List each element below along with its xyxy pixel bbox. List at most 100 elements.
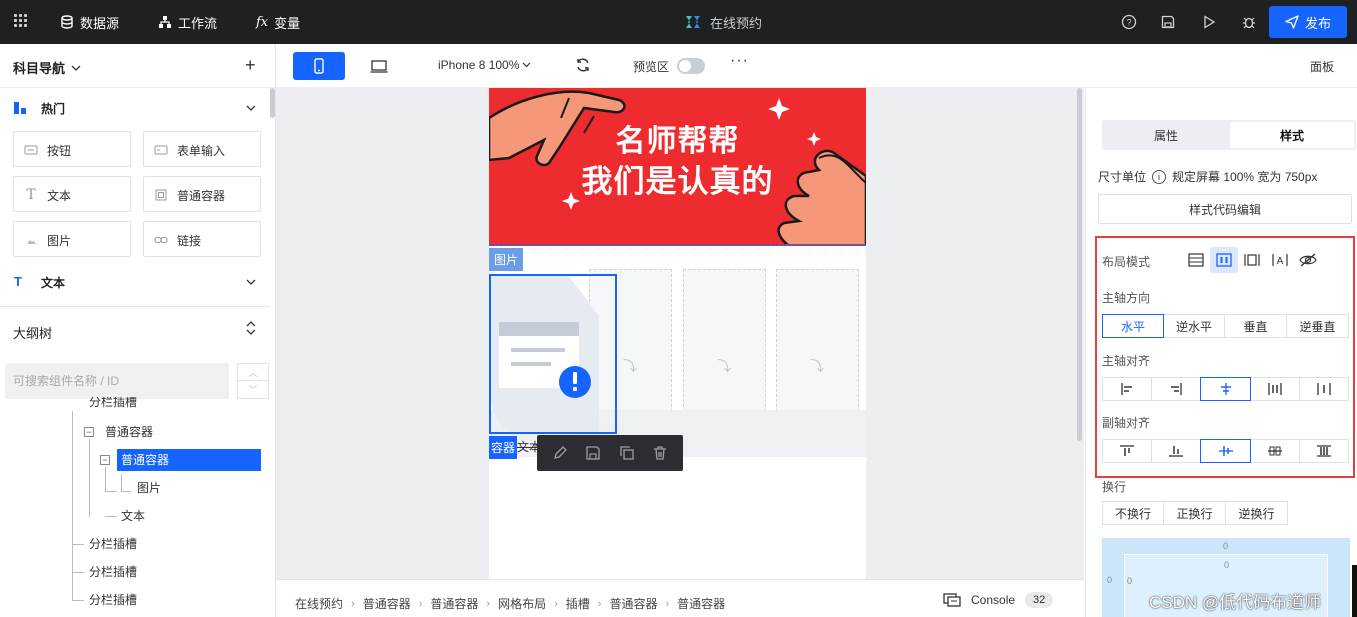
panel-button[interactable]: 面板 (1310, 58, 1334, 75)
justify-center-icon[interactable] (1200, 377, 1251, 401)
delete-icon[interactable] (652, 445, 668, 461)
save-icon[interactable] (585, 445, 601, 461)
more-icon[interactable]: ··· (730, 52, 749, 70)
tree-node-partial[interactable]: 分栏插槽 (89, 397, 137, 411)
direction-reverse-horizontal-button[interactable]: 逆水平 (1163, 314, 1225, 338)
tab-style[interactable]: 样式 (1230, 122, 1354, 148)
image-component-tag[interactable]: 图片 (489, 248, 524, 271)
component-button[interactable]: 按钮 (13, 131, 131, 167)
margin-left-value[interactable]: 0 (1107, 575, 1112, 585)
console-toggle[interactable]: Console 32 (943, 592, 1054, 608)
component-form-input-label: 表单输入 (177, 144, 226, 158)
justify-space-around-icon[interactable] (1299, 377, 1349, 401)
drop-icon: ⤵ (623, 358, 637, 374)
canvas-scrollbar[interactable] (1077, 88, 1082, 441)
category-nav-dropdown[interactable]: 科目导航 (13, 58, 81, 77)
text-icon: T (26, 187, 36, 203)
justify-end-icon[interactable] (1151, 377, 1201, 401)
style-code-edit-button[interactable]: 样式代码编辑 (1098, 194, 1352, 224)
outline-stepper[interactable]: ︿ ﹀ (237, 363, 269, 399)
align-stretch-icon[interactable] (1299, 439, 1349, 463)
app-title: 在线预约 (684, 0, 762, 44)
tree-line (105, 467, 106, 491)
breadcrumb-item[interactable]: 网格布局 (498, 595, 546, 612)
tree-node-image[interactable]: 图片 (137, 477, 161, 499)
section-text[interactable]: T 文本 (0, 262, 270, 302)
chevron-up-icon[interactable]: ︿ (238, 364, 268, 381)
copy-icon[interactable] (619, 445, 635, 461)
section-hot[interactable]: 热门 (0, 88, 270, 128)
wrap-label: 换行 (1102, 480, 1127, 494)
breadcrumb-item[interactable]: 普通容器 (363, 595, 411, 612)
breadcrumb-item[interactable]: 在线预约 (295, 595, 343, 612)
component-container[interactable]: 普通容器 (143, 176, 261, 212)
container-component-tag[interactable]: 容器 (489, 436, 518, 459)
tree-node-container-1[interactable]: 普通容器 (105, 421, 153, 443)
direction-reverse-vertical-button[interactable]: 逆垂直 (1286, 314, 1349, 338)
play-icon[interactable] (1200, 13, 1218, 31)
direction-horizontal-button[interactable]: 水平 (1102, 314, 1164, 338)
tree-node-text[interactable]: 文本 (121, 505, 145, 527)
component-form-input[interactable]: 表单输入 (143, 131, 261, 167)
align-baseline-icon[interactable] (1250, 439, 1300, 463)
wrap-button[interactable]: 正换行 (1163, 501, 1226, 525)
breadcrumb-item[interactable]: 插槽 (566, 595, 590, 612)
selected-container[interactable] (489, 274, 617, 434)
device-select[interactable]: iPhone 8 100% (438, 58, 531, 72)
edit-icon[interactable] (552, 445, 568, 461)
outline-search-input[interactable] (5, 363, 229, 399)
tree-node-slot-3[interactable]: 分栏插槽 (89, 589, 137, 611)
preview-toggle[interactable] (677, 58, 705, 74)
datasource-menu[interactable]: 数据源 (60, 0, 119, 44)
tree-node-slot-1[interactable]: 分栏插槽 (89, 533, 137, 555)
padding-top-value[interactable]: 0 (1224, 560, 1229, 570)
align-center-icon[interactable] (1200, 439, 1251, 463)
direction-vertical-button[interactable]: 垂直 (1224, 314, 1287, 338)
layout-inline-block-icon[interactable] (1238, 247, 1266, 273)
chevron-down-icon[interactable]: ﹀ (238, 381, 268, 398)
component-text[interactable]: T 文本 (13, 176, 131, 212)
justify-start-icon[interactable] (1102, 377, 1152, 401)
tab-properties[interactable]: 属性 (1104, 122, 1228, 148)
tree-node-slot-2[interactable]: 分栏插槽 (89, 561, 137, 583)
info-icon[interactable]: i (1152, 169, 1167, 184)
justify-space-between-icon[interactable] (1250, 377, 1300, 401)
tree-node-container-2[interactable]: 普通容器 (117, 449, 261, 471)
workflow-menu[interactable]: 工作流 (158, 0, 217, 44)
outline-tree-header[interactable]: 大纲树 (0, 306, 270, 352)
layout-flex-icon[interactable] (1210, 247, 1238, 273)
tree-collapse-icon[interactable]: − (100, 455, 110, 465)
refresh-icon[interactable] (575, 57, 591, 76)
breadcrumb-item[interactable]: 普通容器 (677, 595, 725, 612)
nowrap-button[interactable]: 不换行 (1102, 501, 1164, 525)
publish-button[interactable]: 发布 (1269, 6, 1347, 38)
breadcrumb-item[interactable]: 普通容器 (430, 595, 478, 612)
padding-left-value[interactable]: 0 (1127, 576, 1132, 586)
layout-hidden-eye-icon[interactable] (1294, 247, 1322, 273)
help-icon[interactable]: ? (1120, 13, 1138, 31)
tree-collapse-icon[interactable]: − (84, 427, 94, 437)
debug-icon[interactable] (1240, 13, 1258, 31)
margin-top-value[interactable]: 0 (1223, 541, 1228, 551)
add-icon[interactable]: + (245, 55, 256, 76)
banner-image[interactable]: 名师帮帮 我们是认真的 (489, 88, 866, 246)
chevron-right-icon: › (665, 597, 670, 610)
right-scrollbar[interactable] (1352, 565, 1357, 617)
design-canvas[interactable]: 名师帮帮 我们是认真的 图片 ⤵ ⤵ ⤵ 容器 文本 (276, 88, 1084, 579)
cross-axis-align-group (1102, 439, 1349, 463)
wrap-reverse-button[interactable]: 逆换行 (1225, 501, 1288, 525)
variables-menu[interactable]: fx 变量 (256, 0, 300, 44)
apps-grid-icon[interactable] (14, 14, 28, 28)
layout-block-icon[interactable] (1182, 247, 1210, 273)
desktop-view-button[interactable] (353, 52, 405, 80)
phone-preview[interactable]: 名师帮帮 我们是认真的 图片 ⤵ ⤵ ⤵ 容器 文本 (489, 88, 866, 579)
align-end-icon[interactable] (1151, 439, 1201, 463)
save-icon[interactable] (1159, 13, 1177, 31)
layout-inline-icon[interactable]: A (1266, 247, 1294, 273)
left-scrollbar[interactable] (270, 88, 275, 118)
component-link[interactable]: 链接 (143, 221, 261, 257)
align-start-icon[interactable] (1102, 439, 1152, 463)
breadcrumb-item[interactable]: 普通容器 (609, 595, 657, 612)
mobile-view-button[interactable] (293, 52, 345, 80)
component-image[interactable]: 图片 (13, 221, 131, 257)
